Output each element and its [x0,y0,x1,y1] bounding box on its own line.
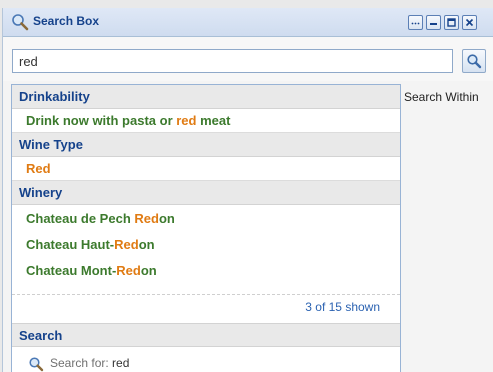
search-button[interactable] [462,49,486,73]
close-button[interactable] [462,15,477,30]
group-header-drinkability: Drinkability [12,85,400,109]
suggestion-item[interactable]: Red [12,157,400,181]
panel-titlebar[interactable]: Search Box [3,8,493,37]
panel-title: Search Box [33,14,100,28]
suggestion-item[interactable]: Drink now with pasta or red meat [12,109,400,133]
search-icon [11,13,29,31]
search-icon [29,357,44,372]
search-for-value: red [112,356,130,370]
group-header-search: Search [12,323,400,347]
search-row [3,37,493,81]
suggestions-dropdown: Drinkability Drink now with pasta or red… [11,84,401,372]
maximize-button[interactable] [444,15,459,30]
search-input[interactable] [12,49,453,73]
more-options-button[interactable] [408,15,423,30]
suggestion-item[interactable]: Chateau Mont-Redon [12,259,400,283]
page: Search Box red Search Within Drinkabilit… [0,0,493,372]
divider [12,294,400,295]
shown-count-link[interactable]: 3 of 15 shown [305,300,380,314]
suggestion-item[interactable]: Chateau Haut-Redon [12,233,400,257]
minimize-button[interactable] [426,15,441,30]
search-icon [467,54,482,69]
suggestion-item[interactable]: Chateau de Pech Redon [12,207,400,231]
search-for-label: Search for: [50,356,113,370]
group-header-wine-type: Wine Type [12,133,400,157]
search-within-label: Search Within [404,90,479,104]
group-header-winery: Winery [12,181,400,205]
